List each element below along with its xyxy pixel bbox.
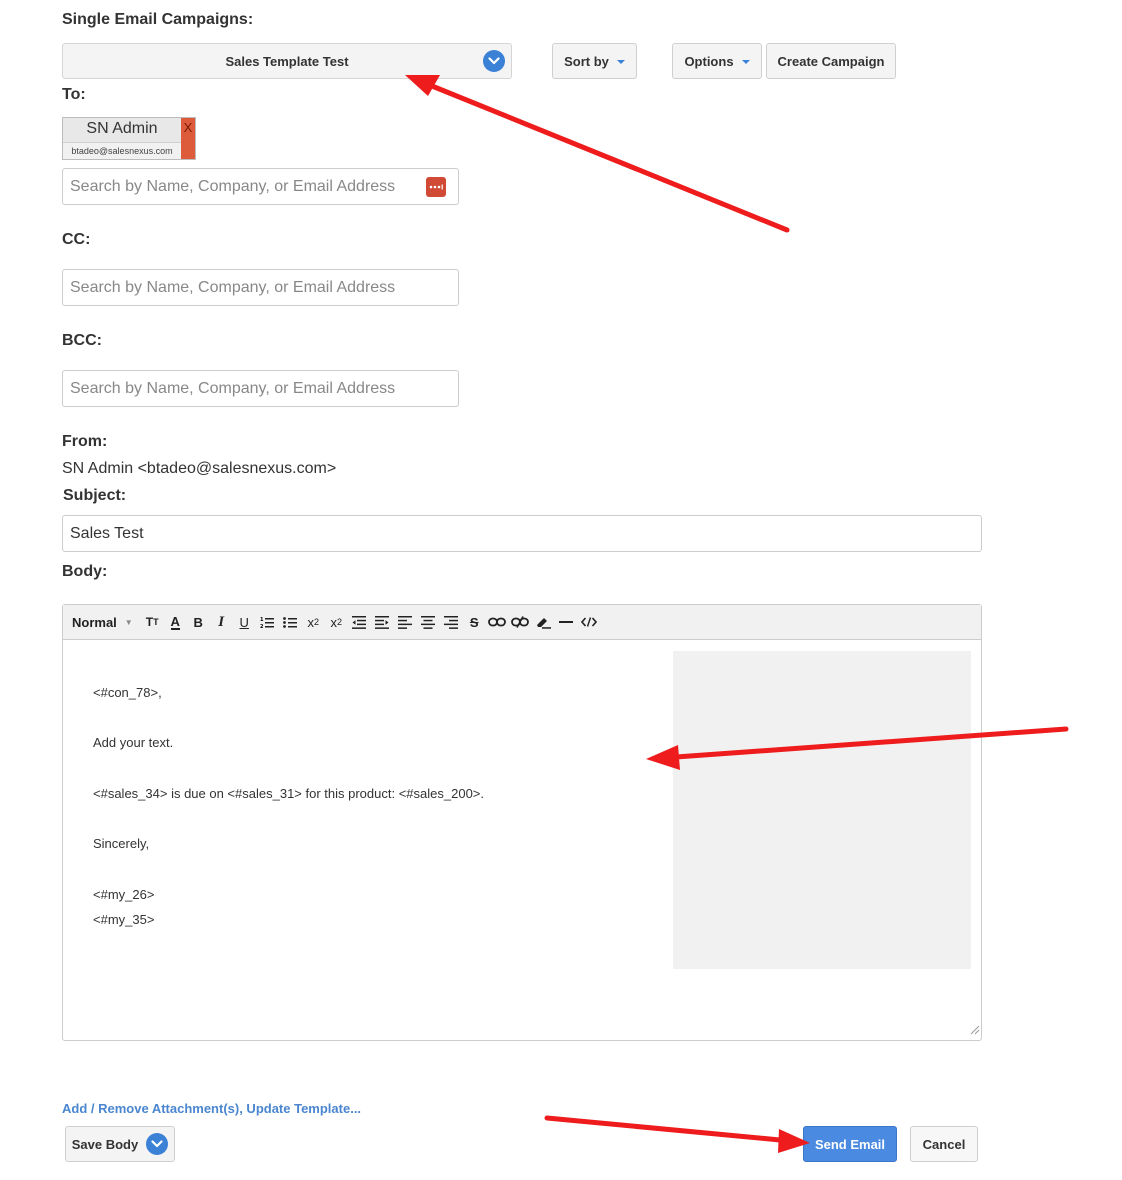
- chevron-down-icon: [146, 1133, 169, 1155]
- remove-recipient-button[interactable]: X: [181, 118, 195, 159]
- arrow-annotation: [544, 1115, 810, 1153]
- strikethrough-icon[interactable]: S: [463, 612, 486, 632]
- options-button[interactable]: Options: [672, 43, 762, 79]
- svg-text:1: 1: [260, 617, 264, 623]
- body-line: <#my_35>: [93, 912, 155, 927]
- sort-by-button[interactable]: Sort by: [552, 43, 637, 79]
- subject-label: Subject:: [63, 487, 127, 504]
- cancel-button[interactable]: Cancel: [910, 1126, 978, 1162]
- from-value: SN Admin <btadeo@salesnexus.com>: [62, 460, 337, 477]
- text-size-icon[interactable]: TT: [141, 612, 164, 632]
- align-center-icon[interactable]: [417, 612, 440, 632]
- superscript-icon[interactable]: x2: [325, 612, 348, 632]
- bold-icon[interactable]: B: [187, 612, 210, 632]
- subject-input[interactable]: Sales Test: [62, 515, 982, 552]
- body-label: Body:: [62, 563, 108, 580]
- cc-search-placeholder: Search by Name, Company, or Email Addres…: [70, 278, 396, 296]
- body-line: <#sales_34> is due on <#sales_31> for th…: [93, 786, 485, 801]
- to-label: To:: [62, 86, 86, 103]
- password-manager-icon[interactable]: [426, 177, 446, 197]
- create-campaign-label: Create Campaign: [777, 53, 885, 69]
- send-email-button[interactable]: Send Email: [803, 1126, 897, 1162]
- font-color-icon[interactable]: A: [164, 612, 187, 632]
- body-editor: Normal ▼ TT A B I U 12 x2 x2 S <#con_78>…: [62, 604, 982, 1041]
- recipient-email: btadeo@salesnexus.com: [63, 142, 181, 159]
- align-left-icon[interactable]: [394, 612, 417, 632]
- outdent-icon[interactable]: [371, 612, 394, 632]
- chevron-down-icon: [483, 50, 505, 72]
- cancel-label: Cancel: [922, 1136, 966, 1152]
- body-line: <#my_26>: [93, 887, 155, 902]
- link-icon[interactable]: [486, 612, 509, 632]
- page-title: Single Email Campaigns:: [62, 11, 254, 28]
- unlink-icon[interactable]: [509, 612, 532, 632]
- recipient-chip: SN Admin btadeo@salesnexus.com X: [62, 117, 196, 160]
- bcc-search-placeholder: Search by Name, Company, or Email Addres…: [70, 379, 396, 397]
- underline-icon[interactable]: U: [233, 612, 256, 632]
- from-label: From:: [62, 433, 108, 450]
- save-body-label: Save Body: [71, 1136, 139, 1152]
- cc-search-input[interactable]: Search by Name, Company, or Email Addres…: [62, 269, 459, 306]
- recipient-name: SN Admin: [86, 120, 158, 137]
- template-select[interactable]: Sales Template Test: [62, 43, 512, 79]
- body-content[interactable]: <#con_78>, Add your text. <#sales_34> is…: [63, 640, 981, 1041]
- create-campaign-button[interactable]: Create Campaign: [766, 43, 896, 79]
- template-select-value: Sales Template Test: [225, 53, 349, 69]
- subject-value: Sales Test: [70, 524, 144, 542]
- bcc-search-input[interactable]: Search by Name, Company, or Email Addres…: [62, 370, 459, 407]
- body-line: <#con_78>,: [93, 685, 162, 700]
- editor-toolbar: Normal ▼ TT A B I U 12 x2 x2 S: [63, 605, 981, 640]
- to-search-placeholder: Search by Name, Company, or Email Addres…: [70, 177, 396, 195]
- arrow-annotation: [405, 75, 790, 233]
- ordered-list-icon[interactable]: 12: [256, 612, 279, 632]
- caret-down-icon: [741, 60, 750, 64]
- clean-icon[interactable]: [532, 612, 555, 632]
- resize-handle-icon[interactable]: [970, 1022, 980, 1040]
- caret-down-icon: [616, 60, 625, 64]
- attachments-link[interactable]: Add / Remove Attachment(s), Update Templ…: [62, 1101, 361, 1116]
- body-line: Add your text.: [93, 735, 174, 750]
- save-body-button[interactable]: Save Body: [65, 1126, 175, 1162]
- indent-icon[interactable]: [348, 612, 371, 632]
- body-line: Sincerely,: [93, 836, 150, 851]
- code-view-icon[interactable]: [578, 612, 601, 632]
- subscript-icon[interactable]: x2: [302, 612, 325, 632]
- caret-down-icon: ▼: [124, 617, 133, 627]
- cc-label: CC:: [62, 231, 91, 248]
- format-value: Normal: [72, 614, 117, 630]
- svg-text:2: 2: [260, 624, 264, 629]
- italic-icon[interactable]: I: [210, 612, 233, 632]
- bcc-label: BCC:: [62, 332, 102, 349]
- align-right-icon[interactable]: [440, 612, 463, 632]
- sort-by-label: Sort by: [564, 53, 609, 69]
- format-select[interactable]: Normal ▼: [72, 615, 133, 630]
- options-label: Options: [684, 53, 734, 69]
- image-placeholder: [673, 651, 971, 969]
- bullet-list-icon[interactable]: [279, 612, 302, 632]
- horizontal-rule-icon[interactable]: [555, 612, 578, 632]
- to-search-input[interactable]: Search by Name, Company, or Email Addres…: [62, 168, 459, 205]
